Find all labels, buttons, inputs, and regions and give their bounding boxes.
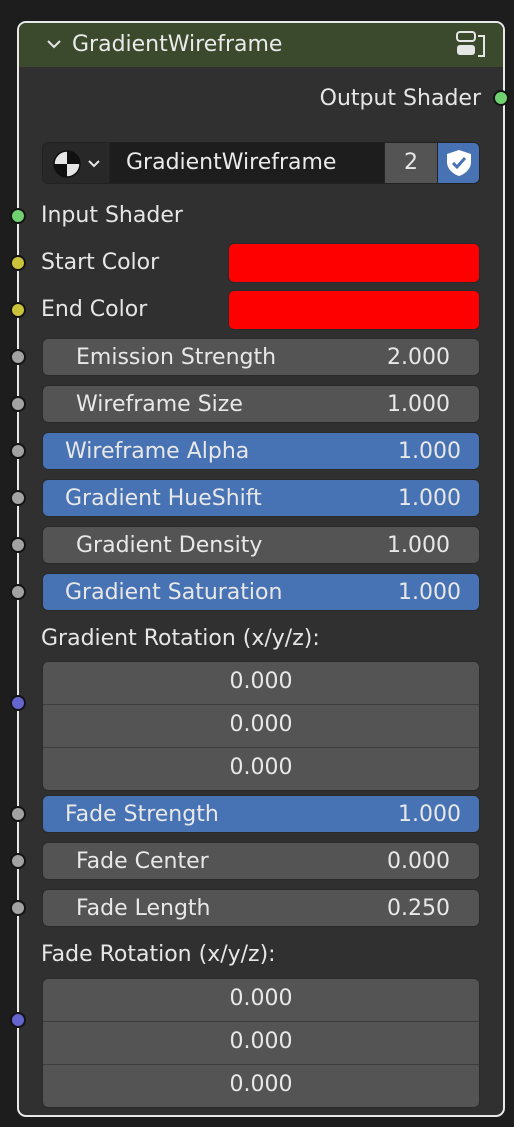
- fade-rotation-vector: 0.000 0.000 0.000: [42, 978, 480, 1108]
- gradient-saturation-socket[interactable]: [10, 584, 26, 600]
- user-count-button[interactable]: 2: [384, 142, 438, 184]
- gradient-rotation-vector: 0.000 0.000 0.000: [42, 661, 480, 791]
- field-value: 0.000: [229, 1029, 293, 1054]
- field-value: 0.000: [229, 1072, 293, 1097]
- fade-rotation-z-field[interactable]: 0.000: [43, 1064, 479, 1107]
- gradient-rotation-x-field[interactable]: 0.000: [43, 662, 479, 704]
- field-value: 0.000: [229, 986, 293, 1011]
- fade-rotation-x-field[interactable]: 0.000: [43, 979, 479, 1021]
- shader-node[interactable]: GradientWireframe Output Shader Gradient…: [10, 21, 509, 1117]
- gradient-density-field[interactable]: Gradient Density 1.000: [42, 526, 480, 564]
- shield-check-icon: [447, 150, 471, 176]
- field-label: Fade Length: [76, 896, 211, 921]
- fade-length-socket[interactable]: [10, 900, 26, 916]
- fade-center-socket[interactable]: [10, 853, 26, 869]
- field-value: 2.000: [387, 345, 450, 370]
- fade-center-field[interactable]: Fade Center 0.000: [42, 842, 480, 880]
- field-value: 1.000: [398, 439, 461, 464]
- end-color-swatch[interactable]: [228, 290, 480, 330]
- field-label: Wireframe Alpha: [65, 439, 250, 464]
- gradient-hueshift-socket[interactable]: [10, 490, 26, 506]
- wireframe-size-socket[interactable]: [10, 396, 26, 412]
- fade-rotation-y-field[interactable]: 0.000: [43, 1021, 479, 1064]
- node-group-icon[interactable]: [453, 29, 489, 61]
- wireframe-alpha-socket[interactable]: [10, 443, 26, 459]
- field-value: 0.000: [229, 755, 293, 780]
- field-label: Gradient Saturation: [65, 580, 283, 605]
- field-label: Emission Strength: [76, 345, 277, 370]
- fade-rotation-socket[interactable]: [10, 1012, 26, 1028]
- end-color-label: End Color: [41, 297, 148, 322]
- start-color-label: Start Color: [41, 250, 160, 275]
- field-label: Fade Center: [76, 849, 209, 874]
- start-color-socket[interactable]: [10, 255, 26, 271]
- field-value: 0.000: [229, 669, 293, 694]
- datablock-selector: GradientWireframe 2: [42, 142, 480, 184]
- start-color-swatch[interactable]: [228, 243, 480, 283]
- node-header[interactable]: GradientWireframe: [19, 23, 503, 67]
- wireframe-size-field[interactable]: Wireframe Size 1.000: [42, 385, 480, 423]
- field-label: Fade Strength: [65, 802, 219, 827]
- field-value: 1.000: [398, 802, 461, 827]
- gradient-saturation-field[interactable]: Gradient Saturation 1.000: [42, 573, 480, 611]
- fade-rotation-label: Fade Rotation (x/y/z):: [41, 942, 276, 967]
- wireframe-alpha-field[interactable]: Wireframe Alpha 1.000: [42, 432, 480, 470]
- gradient-density-socket[interactable]: [10, 537, 26, 553]
- output-shader-socket[interactable]: [493, 90, 509, 106]
- fake-user-button[interactable]: [437, 142, 480, 184]
- field-value: 1.000: [398, 580, 461, 605]
- field-value: 0.000: [387, 849, 450, 874]
- gradient-rotation-y-field[interactable]: 0.000: [43, 704, 479, 747]
- chevron-down-icon: [88, 160, 100, 168]
- field-value: 1.000: [398, 486, 461, 511]
- field-value: 1.000: [387, 533, 450, 558]
- gradient-rotation-label: Gradient Rotation (x/y/z):: [41, 626, 320, 651]
- end-color-socket[interactable]: [10, 302, 26, 318]
- material-sphere-icon: [53, 150, 81, 178]
- browse-node-group-button[interactable]: [42, 142, 110, 184]
- node-title: GradientWireframe: [72, 32, 283, 57]
- input-shader-label: Input Shader: [41, 203, 183, 228]
- field-label: Wireframe Size: [76, 392, 243, 417]
- user-count: 2: [404, 150, 418, 175]
- node-group-name: GradientWireframe: [126, 150, 337, 175]
- emission-strength-socket[interactable]: [10, 349, 26, 365]
- field-label: Gradient HueShift: [65, 486, 262, 511]
- input-shader-socket[interactable]: [10, 208, 26, 224]
- fade-length-field[interactable]: Fade Length 0.250: [42, 889, 480, 927]
- node-group-name-field[interactable]: GradientWireframe: [109, 142, 385, 184]
- output-shader-label: Output Shader: [319, 86, 481, 111]
- chevron-down-icon[interactable]: [45, 35, 63, 53]
- gradient-rotation-z-field[interactable]: 0.000: [43, 747, 479, 790]
- field-value: 1.000: [387, 392, 450, 417]
- field-value: 0.000: [229, 712, 293, 737]
- gradient-rotation-socket[interactable]: [10, 695, 26, 711]
- field-value: 0.250: [387, 896, 450, 921]
- fade-strength-socket[interactable]: [10, 806, 26, 822]
- field-label: Gradient Density: [76, 533, 263, 558]
- fade-strength-field[interactable]: Fade Strength 1.000: [42, 795, 480, 833]
- gradient-hueshift-field[interactable]: Gradient HueShift 1.000: [42, 479, 480, 517]
- emission-strength-field[interactable]: Emission Strength 2.000: [42, 338, 480, 376]
